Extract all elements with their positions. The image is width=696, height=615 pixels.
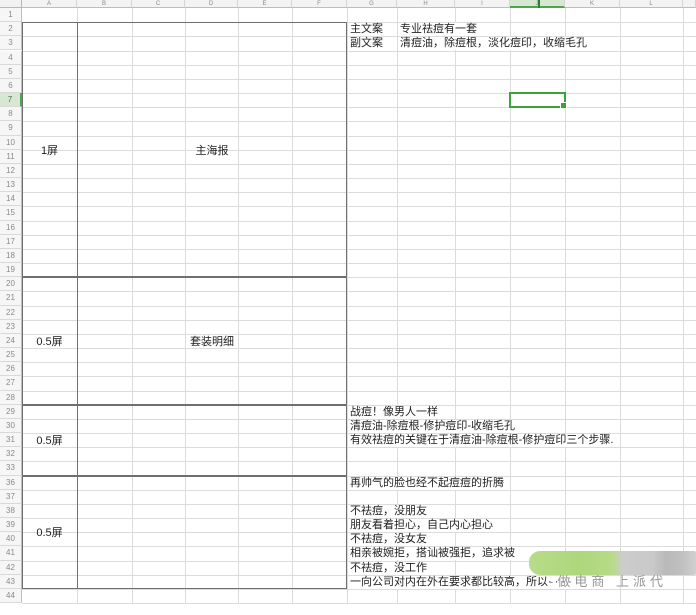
row-header-32[interactable]: 32: [0, 447, 22, 461]
column-header-B[interactable]: B: [77, 0, 132, 8]
row-header-25[interactable]: 25: [0, 348, 22, 362]
row-header-4[interactable]: 4: [0, 51, 22, 65]
column-header-E[interactable]: E: [238, 0, 292, 8]
cell-G2[interactable]: 主文案: [348, 23, 383, 36]
merged-cell-title[interactable]: [77, 476, 347, 589]
cell-G3[interactable]: 副文案: [348, 37, 383, 50]
row-header-38[interactable]: 38: [0, 504, 22, 518]
row-header-21[interactable]: 21: [0, 291, 22, 305]
merged-cell-screen-label[interactable]: 0.5屏: [22, 405, 77, 476]
row-header-16[interactable]: 16: [0, 221, 22, 235]
cell-G30[interactable]: 清痘油-除痘根-修护痘印-收缩毛孔: [348, 420, 515, 433]
row-header-41[interactable]: 41: [0, 546, 22, 560]
row-header-23[interactable]: 23: [0, 320, 22, 334]
row-header-27[interactable]: 27: [0, 376, 22, 390]
row-header-30[interactable]: 30: [0, 419, 22, 433]
row-header-17[interactable]: 17: [0, 235, 22, 249]
row-header-11[interactable]: 11: [0, 150, 22, 164]
row-header-29[interactable]: 29: [0, 405, 22, 419]
column-header-G[interactable]: G: [347, 0, 397, 8]
row-header-14[interactable]: 14: [0, 192, 22, 206]
row-header-5[interactable]: 5: [0, 65, 22, 79]
spreadsheet-window: ABCDEFGHIJKL1234567891011121314151617181…: [0, 0, 696, 615]
cell-G38[interactable]: 不祛痘，没朋友: [348, 505, 427, 518]
column-header-A[interactable]: A: [22, 0, 77, 8]
column-header-I[interactable]: I: [455, 0, 510, 8]
column-header-H[interactable]: H: [397, 0, 455, 8]
merged-cell-screen-label[interactable]: 0.5屏: [22, 476, 77, 589]
column-header-F[interactable]: F: [292, 0, 347, 8]
row-header-42[interactable]: 42: [0, 561, 22, 575]
column-header-L[interactable]: L: [620, 0, 683, 8]
cell-G31[interactable]: 有效祛痘的关键在于清痘油-除痘根-修护痘印三个步骤.: [348, 434, 613, 447]
row-header-28[interactable]: 28: [0, 391, 22, 405]
cell-H2[interactable]: 专业祛痘有一套: [398, 23, 477, 36]
row-header-44[interactable]: 44: [0, 589, 22, 603]
row-header-10[interactable]: 10: [0, 136, 22, 150]
fill-handle[interactable]: [560, 102, 567, 109]
merged-cell-screen-label[interactable]: 1屏: [22, 22, 77, 277]
cell-G40[interactable]: 不祛痘，没女友: [348, 533, 427, 546]
selected-cell-J7[interactable]: [509, 92, 566, 108]
row-header-26[interactable]: 26: [0, 362, 22, 376]
row-header-2[interactable]: 2: [0, 22, 22, 36]
cell-G42[interactable]: 不祛痘，没工作: [348, 562, 427, 575]
cell-G43[interactable]: 一向公司对内在外在要求都比较高，所以· · · ·: [348, 576, 572, 589]
row-header-13[interactable]: 13: [0, 178, 22, 192]
row-header-31[interactable]: 31: [0, 433, 22, 447]
column-header-C[interactable]: C: [132, 0, 185, 8]
row-header-15[interactable]: 15: [0, 206, 22, 220]
row-header-22[interactable]: 22: [0, 306, 22, 320]
cell-G36[interactable]: 再帅气的脸也经不起痘痘的折腾: [348, 477, 504, 490]
select-all-corner[interactable]: [0, 0, 22, 8]
merged-cell-title[interactable]: [77, 405, 347, 476]
cell-G41[interactable]: 相亲被婉拒，搭讪被强拒，追求被: [348, 547, 515, 560]
row-header-12[interactable]: 12: [0, 164, 22, 178]
column-header-D[interactable]: D: [185, 0, 238, 8]
row-header-3[interactable]: 3: [0, 36, 22, 50]
watermark-highlight-blob: [529, 551, 696, 575]
row-header-37[interactable]: 37: [0, 490, 22, 504]
column-boundary-tick: [538, 0, 540, 8]
row-header-19[interactable]: 19: [0, 263, 22, 277]
row-header-36[interactable]: 36: [0, 476, 22, 490]
row-header-20[interactable]: 20: [0, 277, 22, 291]
row-header-43[interactable]: 43: [0, 575, 22, 589]
row-header-8[interactable]: 8: [0, 107, 22, 121]
row-header-39[interactable]: 39: [0, 518, 22, 532]
row-header-9[interactable]: 9: [0, 121, 22, 135]
gridline-horizontal: [22, 603, 696, 604]
cell-G29[interactable]: 战痘！像男人一样: [348, 406, 438, 419]
merged-cell-title[interactable]: 主海报: [77, 22, 347, 277]
cell-H3[interactable]: 清痘油，除痘根，淡化痘印，收缩毛孔: [398, 37, 587, 50]
merged-cell-screen-label[interactable]: 0.5屏: [22, 277, 77, 405]
row-header-6[interactable]: 6: [0, 79, 22, 93]
merged-cell-title[interactable]: 套装明细: [77, 277, 347, 405]
watermark-text: -做电商 上派代: [549, 574, 667, 590]
row-header-1[interactable]: 1: [0, 8, 22, 22]
row-header-24[interactable]: 24: [0, 334, 22, 348]
column-header-K[interactable]: K: [565, 0, 620, 8]
row-header-33[interactable]: 33: [0, 461, 22, 475]
row-header-40[interactable]: 40: [0, 532, 22, 546]
column-header-M[interactable]: [683, 0, 696, 8]
cell-G39[interactable]: 朋友看着担心，自己内心担心: [348, 519, 493, 532]
row-header-7[interactable]: 7: [0, 93, 22, 107]
row-header-18[interactable]: 18: [0, 249, 22, 263]
